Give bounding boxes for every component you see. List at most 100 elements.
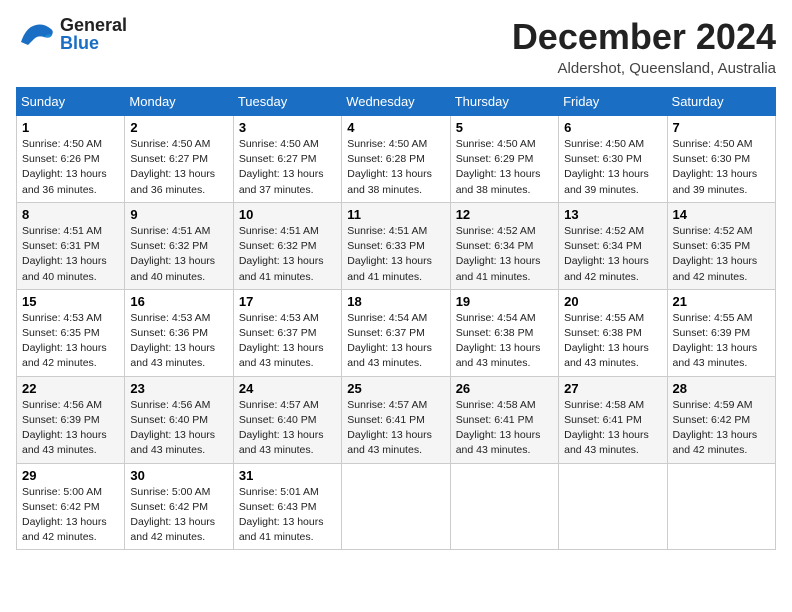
page-header: General Blue December 2024 Aldershot, Qu… <box>16 16 776 77</box>
day-number: 22 <box>22 381 119 396</box>
day-cell: 13 Sunrise: 4:52 AMSunset: 6:34 PMDaylig… <box>559 202 667 289</box>
empty-day-cell <box>667 463 775 550</box>
day-number: 18 <box>347 294 444 309</box>
day-number: 23 <box>130 381 227 396</box>
day-info: Sunrise: 4:52 AMSunset: 6:34 PMDaylight:… <box>564 225 649 283</box>
day-number: 1 <box>22 120 119 135</box>
day-cell: 24 Sunrise: 4:57 AMSunset: 6:40 PMDaylig… <box>233 376 341 463</box>
calendar-week-row: 29 Sunrise: 5:00 AMSunset: 6:42 PMDaylig… <box>17 463 776 550</box>
day-info: Sunrise: 4:50 AMSunset: 6:27 PMDaylight:… <box>130 138 215 196</box>
logo-text: General Blue <box>60 16 127 52</box>
day-cell: 14 Sunrise: 4:52 AMSunset: 6:35 PMDaylig… <box>667 202 775 289</box>
day-cell: 30 Sunrise: 5:00 AMSunset: 6:42 PMDaylig… <box>125 463 233 550</box>
month-year-title: December 2024 <box>512 16 776 58</box>
day-info: Sunrise: 4:50 AMSunset: 6:26 PMDaylight:… <box>22 138 107 196</box>
logo-blue: Blue <box>60 34 127 52</box>
day-info: Sunrise: 4:50 AMSunset: 6:29 PMDaylight:… <box>456 138 541 196</box>
calendar-title: December 2024 Aldershot, Queensland, Aus… <box>512 16 776 77</box>
empty-day-cell <box>450 463 558 550</box>
day-cell: 23 Sunrise: 4:56 AMSunset: 6:40 PMDaylig… <box>125 376 233 463</box>
day-cell: 16 Sunrise: 4:53 AMSunset: 6:36 PMDaylig… <box>125 289 233 376</box>
empty-day-cell <box>559 463 667 550</box>
day-info: Sunrise: 4:54 AMSunset: 6:38 PMDaylight:… <box>456 312 541 370</box>
day-cell: 12 Sunrise: 4:52 AMSunset: 6:34 PMDaylig… <box>450 202 558 289</box>
day-number: 26 <box>456 381 553 396</box>
logo-general: General <box>60 16 127 34</box>
day-info: Sunrise: 4:53 AMSunset: 6:37 PMDaylight:… <box>239 312 324 370</box>
col-monday: Monday <box>125 88 233 116</box>
logo-bird-icon <box>16 17 56 52</box>
day-info: Sunrise: 5:00 AMSunset: 6:42 PMDaylight:… <box>130 486 215 544</box>
day-number: 16 <box>130 294 227 309</box>
calendar-week-row: 22 Sunrise: 4:56 AMSunset: 6:39 PMDaylig… <box>17 376 776 463</box>
day-cell: 11 Sunrise: 4:51 AMSunset: 6:33 PMDaylig… <box>342 202 450 289</box>
day-number: 2 <box>130 120 227 135</box>
day-cell: 31 Sunrise: 5:01 AMSunset: 6:43 PMDaylig… <box>233 463 341 550</box>
day-cell: 29 Sunrise: 5:00 AMSunset: 6:42 PMDaylig… <box>17 463 125 550</box>
day-cell: 6 Sunrise: 4:50 AMSunset: 6:30 PMDayligh… <box>559 116 667 203</box>
calendar-header-row: Sunday Monday Tuesday Wednesday Thursday… <box>17 88 776 116</box>
day-number: 21 <box>673 294 770 309</box>
calendar-week-row: 8 Sunrise: 4:51 AMSunset: 6:31 PMDayligh… <box>17 202 776 289</box>
day-number: 13 <box>564 207 661 222</box>
day-cell: 27 Sunrise: 4:58 AMSunset: 6:41 PMDaylig… <box>559 376 667 463</box>
col-thursday: Thursday <box>450 88 558 116</box>
day-number: 15 <box>22 294 119 309</box>
day-number: 25 <box>347 381 444 396</box>
day-number: 3 <box>239 120 336 135</box>
day-info: Sunrise: 4:50 AMSunset: 6:28 PMDaylight:… <box>347 138 432 196</box>
day-number: 24 <box>239 381 336 396</box>
day-cell: 21 Sunrise: 4:55 AMSunset: 6:39 PMDaylig… <box>667 289 775 376</box>
col-saturday: Saturday <box>667 88 775 116</box>
day-number: 5 <box>456 120 553 135</box>
day-info: Sunrise: 4:56 AMSunset: 6:39 PMDaylight:… <box>22 399 107 457</box>
day-info: Sunrise: 4:55 AMSunset: 6:38 PMDaylight:… <box>564 312 649 370</box>
day-number: 31 <box>239 468 336 483</box>
day-cell: 17 Sunrise: 4:53 AMSunset: 6:37 PMDaylig… <box>233 289 341 376</box>
day-cell: 19 Sunrise: 4:54 AMSunset: 6:38 PMDaylig… <box>450 289 558 376</box>
day-info: Sunrise: 5:00 AMSunset: 6:42 PMDaylight:… <box>22 486 107 544</box>
day-number: 9 <box>130 207 227 222</box>
day-cell: 25 Sunrise: 4:57 AMSunset: 6:41 PMDaylig… <box>342 376 450 463</box>
day-info: Sunrise: 4:56 AMSunset: 6:40 PMDaylight:… <box>130 399 215 457</box>
day-cell: 28 Sunrise: 4:59 AMSunset: 6:42 PMDaylig… <box>667 376 775 463</box>
day-cell: 9 Sunrise: 4:51 AMSunset: 6:32 PMDayligh… <box>125 202 233 289</box>
day-info: Sunrise: 4:52 AMSunset: 6:34 PMDaylight:… <box>456 225 541 283</box>
day-number: 10 <box>239 207 336 222</box>
col-wednesday: Wednesday <box>342 88 450 116</box>
day-number: 8 <box>22 207 119 222</box>
day-number: 14 <box>673 207 770 222</box>
day-number: 20 <box>564 294 661 309</box>
day-cell: 22 Sunrise: 4:56 AMSunset: 6:39 PMDaylig… <box>17 376 125 463</box>
logo: General Blue <box>16 16 127 52</box>
day-cell: 26 Sunrise: 4:58 AMSunset: 6:41 PMDaylig… <box>450 376 558 463</box>
day-info: Sunrise: 4:58 AMSunset: 6:41 PMDaylight:… <box>564 399 649 457</box>
day-number: 4 <box>347 120 444 135</box>
day-number: 19 <box>456 294 553 309</box>
day-number: 27 <box>564 381 661 396</box>
day-cell: 4 Sunrise: 4:50 AMSunset: 6:28 PMDayligh… <box>342 116 450 203</box>
calendar-table: Sunday Monday Tuesday Wednesday Thursday… <box>16 87 776 550</box>
day-number: 7 <box>673 120 770 135</box>
day-cell: 10 Sunrise: 4:51 AMSunset: 6:32 PMDaylig… <box>233 202 341 289</box>
day-info: Sunrise: 4:50 AMSunset: 6:30 PMDaylight:… <box>564 138 649 196</box>
day-number: 11 <box>347 207 444 222</box>
day-info: Sunrise: 4:52 AMSunset: 6:35 PMDaylight:… <box>673 225 758 283</box>
day-info: Sunrise: 4:59 AMSunset: 6:42 PMDaylight:… <box>673 399 758 457</box>
empty-day-cell <box>342 463 450 550</box>
day-number: 12 <box>456 207 553 222</box>
day-info: Sunrise: 4:51 AMSunset: 6:31 PMDaylight:… <box>22 225 107 283</box>
day-info: Sunrise: 4:53 AMSunset: 6:36 PMDaylight:… <box>130 312 215 370</box>
day-number: 28 <box>673 381 770 396</box>
day-info: Sunrise: 4:51 AMSunset: 6:33 PMDaylight:… <box>347 225 432 283</box>
day-info: Sunrise: 4:50 AMSunset: 6:27 PMDaylight:… <box>239 138 324 196</box>
location-subtitle: Aldershot, Queensland, Australia <box>512 60 776 77</box>
day-info: Sunrise: 4:51 AMSunset: 6:32 PMDaylight:… <box>239 225 324 283</box>
day-number: 6 <box>564 120 661 135</box>
day-cell: 2 Sunrise: 4:50 AMSunset: 6:27 PMDayligh… <box>125 116 233 203</box>
calendar-week-row: 1 Sunrise: 4:50 AMSunset: 6:26 PMDayligh… <box>17 116 776 203</box>
col-sunday: Sunday <box>17 88 125 116</box>
col-tuesday: Tuesday <box>233 88 341 116</box>
day-cell: 5 Sunrise: 4:50 AMSunset: 6:29 PMDayligh… <box>450 116 558 203</box>
day-info: Sunrise: 4:57 AMSunset: 6:40 PMDaylight:… <box>239 399 324 457</box>
